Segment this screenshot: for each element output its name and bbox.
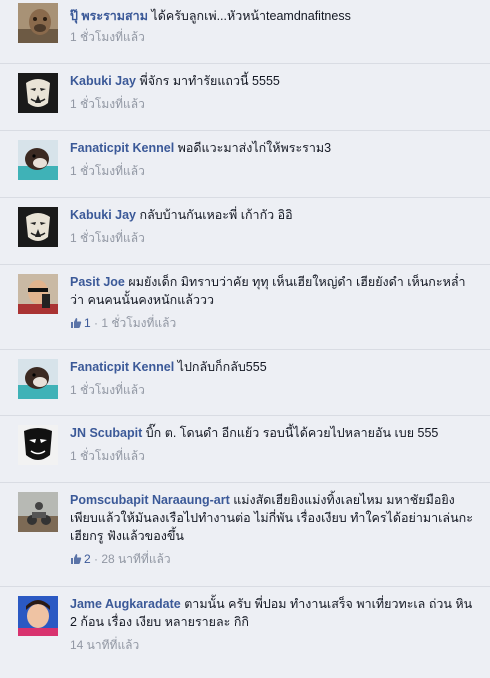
like-count[interactable]: 1 xyxy=(84,316,91,330)
avatar[interactable] xyxy=(18,73,58,113)
comment-author[interactable]: Kabuki Jay xyxy=(70,208,136,222)
comment-author[interactable]: ปุ๊ พระรามสาม xyxy=(70,9,148,23)
comment-item: JN Scubapit บิ๊ก ต. โดนดำ อีกแย้ว รอบนี้… xyxy=(0,416,490,483)
like-icon[interactable] xyxy=(70,552,82,570)
avatar[interactable] xyxy=(18,140,58,180)
comment-item: Kabuki Jay กลับบ้านกันเหอะพี่ เก้ากัว อิ… xyxy=(0,198,490,265)
comment-timestamp[interactable]: 1 ชั่วโมงที่แล้ว xyxy=(70,30,145,44)
comment-timestamp[interactable]: 1 ชั่วโมงที่แล้ว xyxy=(70,231,145,245)
comment-timestamp[interactable]: 14 นาทีที่แล้ว xyxy=(70,638,139,652)
comment-timestamp[interactable]: 28 นาทีที่แล้ว xyxy=(101,552,170,566)
like-count[interactable]: 2 xyxy=(84,552,91,566)
comment-text: พี่จักร มาทำรัยแถวนี้ 5555 xyxy=(139,74,280,88)
comment-text: ไปกลับก็กลับ555 xyxy=(177,360,267,374)
comment-text: ได้ครับลูกเพ่...หัวหน้าteamdnafitness xyxy=(151,9,351,23)
comment-item: Fanaticpit Kennel พอดีแวะมาส่งไก่ให้พระร… xyxy=(0,131,490,198)
comment-item: Pasit Joe ผมยังเด็ก มิทราบว่าคัย ทุทุ เห… xyxy=(0,265,490,350)
comment-timestamp[interactable]: 1 ชั่วโมงที่แล้ว xyxy=(101,316,176,330)
comment-timestamp[interactable]: 1 ชั่วโมงที่แล้ว xyxy=(70,383,145,397)
avatar[interactable] xyxy=(18,596,58,636)
avatar[interactable] xyxy=(18,425,58,465)
comment-item: Fanaticpit Kennel ไปกลับก็กลับ555 1 ชั่ว… xyxy=(0,350,490,416)
comment-text: บิ๊ก ต. โดนดำ อีกแย้ว รอบนี้ได้ควยไปหลาย… xyxy=(145,426,439,440)
comment-author[interactable]: JN Scubapit xyxy=(70,426,142,440)
avatar[interactable] xyxy=(18,207,58,247)
comment-author[interactable]: Jame Augkaradate xyxy=(70,597,181,611)
like-icon[interactable] xyxy=(70,316,82,334)
comment-item: Jame Augkaradate ตามนั้น ครับ พี่ปอม ทำง… xyxy=(0,587,490,678)
comment-author[interactable]: Fanaticpit Kennel xyxy=(70,360,174,374)
comment-timestamp[interactable]: 1 ชั่วโมงที่แล้ว xyxy=(70,449,145,463)
comment-timestamp[interactable]: 1 ชั่วโมงที่แล้ว xyxy=(70,97,145,111)
comment-author[interactable]: Pomscubapit Naraaung-art xyxy=(70,493,230,507)
avatar[interactable] xyxy=(18,359,58,399)
comment-text: ผมยังเด็ก มิทราบว่าคัย ทุทุ เห็นเฮียใหญ่… xyxy=(70,275,466,307)
avatar[interactable] xyxy=(18,3,58,43)
comment-author[interactable]: Kabuki Jay xyxy=(70,74,136,88)
avatar[interactable] xyxy=(18,492,58,532)
comment-text: พอดีแวะมาส่งไก่ให้พระราม3 xyxy=(177,141,332,155)
comment-author[interactable]: Fanaticpit Kennel xyxy=(70,141,174,155)
comment-timestamp[interactable]: 1 ชั่วโมงที่แล้ว xyxy=(70,164,145,178)
avatar[interactable] xyxy=(18,274,58,314)
comment-item: Kabuki Jay พี่จักร มาทำรัยแถวนี้ 5555 1 … xyxy=(0,64,490,131)
comment-text: กลับบ้านกันเหอะพี่ เก้ากัว อิอิ xyxy=(139,208,293,222)
comment-item: ปุ๊ พระรามสาม ได้ครับลูกเพ่...หัวหน้าtea… xyxy=(0,0,490,64)
comment-author[interactable]: Pasit Joe xyxy=(70,275,125,289)
comment-item: Pomscubapit Naraaung-art แม่งสัดเฮียยิงแ… xyxy=(0,483,490,587)
